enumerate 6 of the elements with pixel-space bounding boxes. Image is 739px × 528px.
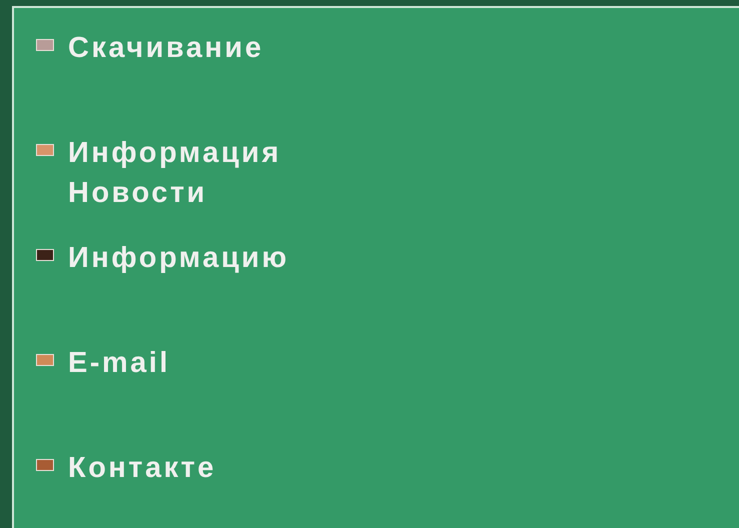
menu-link[interactable]: Информация: [68, 133, 282, 173]
menu-link[interactable]: Информацию: [68, 238, 290, 278]
menu-link[interactable]: Скачивание: [68, 28, 264, 68]
menu-link[interactable]: Контакте: [68, 448, 216, 488]
menu-link[interactable]: E-mail: [68, 343, 170, 383]
menu-link[interactable]: Новости: [68, 173, 282, 213]
